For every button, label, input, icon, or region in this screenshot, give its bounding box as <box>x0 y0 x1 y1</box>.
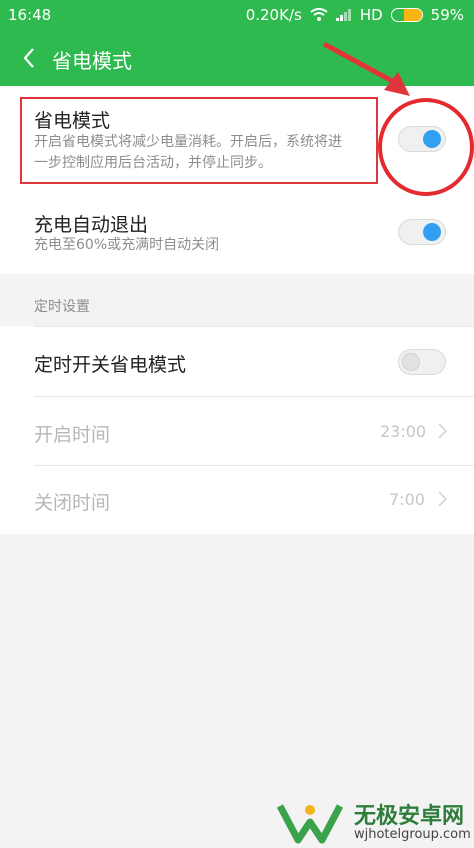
end-time-value: 7:00 <box>389 490 425 509</box>
toggle-knob <box>423 223 441 241</box>
watermark-url: wjhotelgroup.com <box>354 827 471 842</box>
watermark-logo-icon <box>276 804 344 844</box>
status-bar: 16:48 0.20K/s HD 59% <box>0 0 474 30</box>
status-right-group: 0.20K/s HD 59% <box>246 6 464 24</box>
highlight-circle <box>378 98 474 196</box>
status-time: 16:48 <box>8 6 52 24</box>
auto-exit-title: 充电自动退出 <box>34 214 149 236</box>
chevron-right-icon <box>438 491 448 507</box>
auto-exit-row[interactable]: 充电自动退出 充电至60%或充满时自动关闭 <box>0 198 474 274</box>
auto-exit-desc: 充电至60%或充满时自动关闭 <box>34 237 220 253</box>
wifi-icon <box>310 8 328 21</box>
signal-icon <box>335 9 351 21</box>
start-time-row[interactable]: 开启时间 23:00 <box>0 396 474 465</box>
schedule-toggle-title: 定时开关省电模式 <box>34 354 187 376</box>
end-time-row[interactable]: 关闭时间 7:00 <box>0 465 474 534</box>
auto-exit-toggle[interactable] <box>398 219 446 245</box>
schedule-toggle[interactable] <box>398 349 446 375</box>
network-type: HD <box>359 6 383 24</box>
network-speed: 0.20K/s <box>245 6 302 24</box>
arrow-annotation-icon <box>322 41 410 96</box>
battery-percent: 59% <box>430 6 464 24</box>
page-title: 省电模式 <box>52 49 132 73</box>
watermark-title: 无极安卓网 <box>354 804 465 829</box>
chevron-left-icon[interactable] <box>18 44 42 72</box>
schedule-card: 定时开关省电模式 开启时间 23:00 关闭时间 7:00 <box>0 326 474 534</box>
battery-icon <box>390 8 423 22</box>
start-time-value: 23:00 <box>380 422 427 441</box>
schedule-toggle-row[interactable]: 定时开关省电模式 <box>0 326 474 396</box>
chevron-right-icon <box>438 423 448 439</box>
battery-level <box>403 9 422 21</box>
toggle-knob <box>402 353 420 371</box>
watermark: 无极安卓网 wjhotelgroup.com <box>272 798 474 848</box>
highlight-box <box>20 97 378 184</box>
schedule-section-label: 定时设置 <box>34 299 90 315</box>
end-time-label: 关闭时间 <box>34 492 111 514</box>
start-time-label: 开启时间 <box>34 424 111 446</box>
